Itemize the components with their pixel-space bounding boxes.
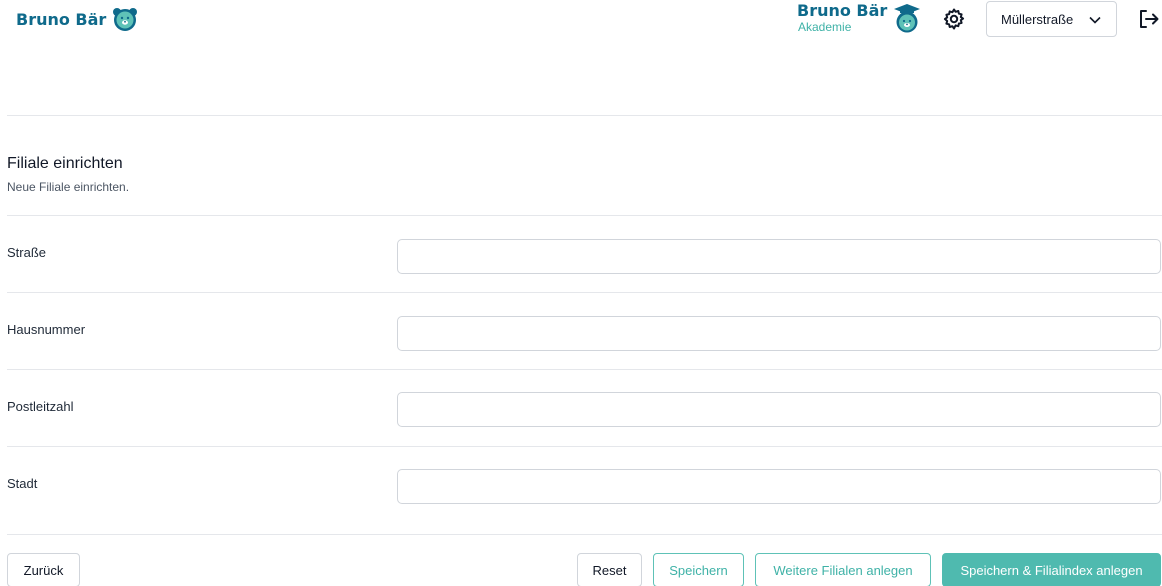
page-subtitle: Neue Filiale einrichten.: [7, 180, 130, 194]
postal-code-label: Postleitzahl: [7, 399, 74, 414]
section-divider: [7, 215, 1162, 216]
reset-button[interactable]: Reset: [577, 553, 642, 586]
save-button[interactable]: Speichern: [653, 553, 744, 586]
city-input[interactable]: [397, 469, 1161, 504]
add-more-branches-button[interactable]: Weitere Filialen anlegen: [755, 553, 931, 586]
logout-icon[interactable]: [1136, 7, 1160, 31]
row-divider: [7, 292, 1162, 293]
chevron-down-icon: [1089, 16, 1101, 24]
branch-select[interactable]: Müllerstraße: [986, 1, 1117, 37]
page-title: Filiale einrichten: [7, 155, 123, 172]
bear-icon: [113, 8, 138, 31]
branch-select-value: Müllerstraße: [1001, 11, 1074, 27]
city-label: Stadt: [7, 476, 38, 491]
settings-gear-icon[interactable]: [942, 7, 966, 31]
row-divider: [7, 369, 1162, 370]
house-number-label: Hausnummer: [7, 322, 86, 337]
actions-divider: [7, 534, 1162, 535]
save-and-create-index-button[interactable]: Speichern & Filialindex anlegen: [942, 553, 1161, 586]
back-button[interactable]: Zurück: [7, 553, 80, 586]
top-bar: Bruno Bär Bruno Bär Akademie Müllerstraß…: [0, 0, 1162, 44]
academy-logo[interactable]: Bruno Bär Akademie: [797, 3, 921, 33]
street-label: Straße: [7, 245, 47, 260]
academy-title: Bruno Bär: [797, 1, 888, 20]
brand-logo[interactable]: Bruno Bär: [16, 6, 138, 32]
postal-code-input[interactable]: [397, 392, 1161, 427]
graduation-bear-icon: [894, 4, 921, 33]
header-divider: [7, 115, 1162, 116]
street-input[interactable]: [397, 239, 1161, 274]
brand-name: Bruno Bär: [16, 9, 107, 29]
row-divider: [7, 446, 1162, 447]
house-number-input[interactable]: [397, 316, 1161, 351]
academy-subtitle: Akademie: [798, 20, 852, 34]
